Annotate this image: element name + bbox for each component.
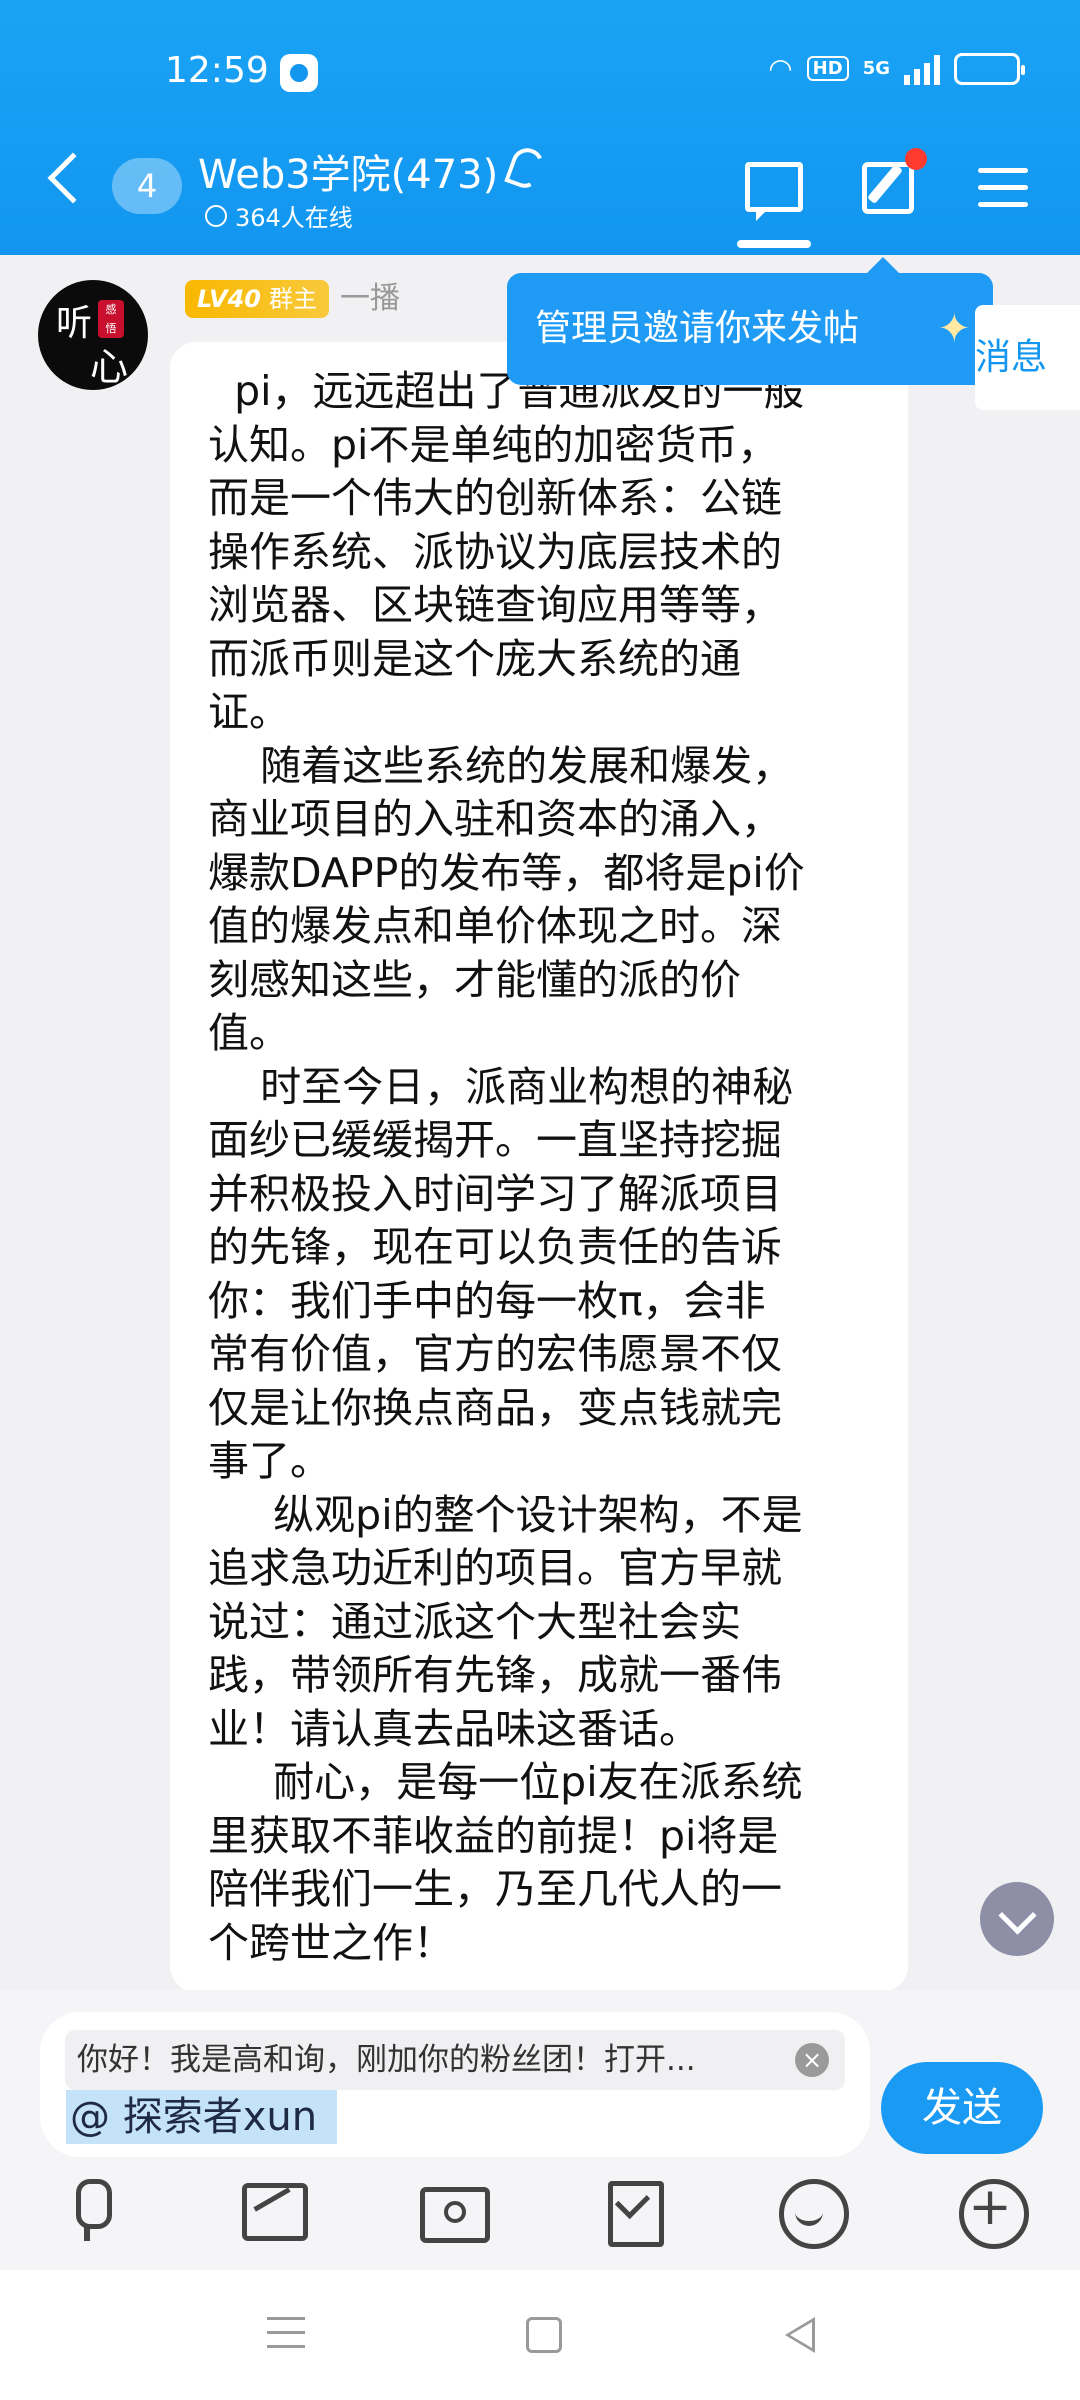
message-line: 认知。pi不是单纯的加密货币，	[208, 420, 779, 469]
avatar-glyph-2: 心	[90, 345, 129, 389]
message-line: 刻感知这些，才能懂的派的价	[208, 955, 741, 1004]
avatar-seal: 感悟	[98, 300, 124, 338]
message-line: 证。	[208, 688, 290, 736]
message-line: 追求急功近利的项目。官方早就	[208, 1544, 782, 1592]
online-count-text: 364人在线	[235, 204, 353, 232]
header-bar: 12:59 ◠ HD 5G 4 Web3学院(473) 364人在线	[0, 0, 1080, 255]
sender-name[interactable]: 一播	[340, 280, 400, 318]
camera-icon[interactable]	[416, 2175, 490, 2245]
active-tab-indicator	[737, 240, 811, 248]
group-title[interactable]: Web3学院(473)	[198, 142, 498, 200]
input-toolbar	[0, 2175, 1080, 2265]
message-text: pi，远远超出了普通派友的一般 认知。pi不是单纯的加密货币， 而是一个伟大的创新体…	[208, 365, 888, 1970]
nav-home-icon[interactable]	[526, 2317, 562, 2353]
message-line: 面纱已缓缓揭开。一直坚持挖掘	[208, 1116, 782, 1164]
back-arrow-icon[interactable]	[47, 152, 99, 204]
message-line: 说过：通过派这个大型社会实	[208, 1597, 741, 1646]
notification-dot	[905, 148, 927, 170]
message-line: 随着这些系统的发展和爆发，	[208, 741, 794, 790]
message-line: 的先锋，现在可以负责任的告诉	[208, 1223, 782, 1271]
level-text: LV40	[197, 285, 261, 313]
status-time: 12:59	[165, 50, 269, 91]
message-line: 个跨世之作！	[208, 1918, 454, 1967]
message-line: 值的爆发点和单价体现之时。深	[208, 902, 782, 950]
message-line: 操作系统、派协议为底层技术的	[208, 527, 782, 576]
quote-close-icon[interactable]: ×	[795, 2043, 829, 2077]
emoji-icon[interactable]	[775, 2175, 849, 2249]
message-line: 浏览器、区块链查询应用等等，	[208, 581, 782, 629]
gift-icon[interactable]	[596, 2175, 666, 2247]
online-count: 364人在线	[205, 198, 353, 233]
message-line: 而派币则是这个庞大系统的通	[208, 634, 741, 683]
nav-menu-icon[interactable]	[267, 2317, 305, 2351]
network-badge: 5G	[862, 58, 890, 79]
quote-chip: 你好！我是高和询，刚加你的粉丝团！打开...	[65, 2030, 845, 2090]
message-line: 时至今日，派商业构想的神秘	[208, 1062, 794, 1111]
signal-icon	[904, 53, 940, 85]
sparkle-icon: ✦	[937, 306, 971, 352]
menu-icon[interactable]	[978, 168, 1028, 208]
unread-count-badge[interactable]: 4	[112, 158, 182, 214]
mic-icon[interactable]	[54, 2175, 124, 2245]
avatar-glyph: 听	[56, 303, 93, 344]
mention-text[interactable]: @ 探索者xun	[66, 2090, 338, 2144]
level-badge: LV40 群主	[185, 280, 329, 318]
message-line: 并积极投入时间学习了解派项目	[208, 1169, 782, 1218]
message-line: 你：我们手中的每一枚π，会非	[208, 1276, 766, 1325]
message-line: 耐心，是每一位pi友在派系统	[208, 1758, 803, 1806]
message-line: 陪伴我们一生，乃至几代人的一	[208, 1865, 782, 1913]
ear-mode-icon[interactable]	[504, 143, 548, 193]
sender-avatar[interactable]: 听 感悟 心	[38, 280, 148, 390]
battery-icon	[954, 52, 1025, 85]
admin-invite-toast[interactable]: 管理员邀请你来发帖 ✦	[507, 257, 993, 385]
message-line: 践，带领所有先锋，成就一番伟	[208, 1651, 782, 1699]
role-text: 群主	[268, 285, 317, 313]
online-icon	[205, 204, 227, 227]
message-line: 仅是让你换点商品，变点钱就完	[208, 1383, 782, 1432]
image-icon[interactable]	[236, 2175, 308, 2245]
chat-tab-icon[interactable]	[745, 162, 803, 221]
message-line: 里获取不菲收益的前提！pi将是	[208, 1811, 779, 1860]
nav-back-icon[interactable]	[785, 2317, 815, 2353]
baidu-paw-icon	[280, 54, 318, 92]
message-line: 业！请认真去品味这番话。	[208, 1704, 700, 1753]
hd-badge: HD	[806, 56, 849, 81]
wifi-icon: ◠	[768, 52, 793, 85]
message-line: 值。	[208, 1009, 290, 1057]
message-line: 爆款DAPP的发布等，都将是pi价	[208, 848, 805, 897]
toast-text: 管理员邀请你来发帖	[535, 308, 860, 349]
message-line: 而是一个伟大的创新体系：公链	[208, 474, 782, 522]
status-indicators: ◠ HD 5G	[768, 52, 1025, 85]
send-button[interactable]: 发送	[881, 2062, 1043, 2154]
message-line: 事了。	[208, 1437, 331, 1485]
scroll-down-button[interactable]	[980, 1882, 1054, 1956]
plus-icon[interactable]	[955, 2175, 1029, 2249]
message-line: 商业项目的入驻和资本的涌入，	[208, 795, 782, 843]
side-message-link[interactable]: 消息	[975, 305, 1080, 410]
message-line: 纵观pi的整个设计架构，不是	[208, 1490, 803, 1539]
message-line: 常有价值，官方的宏伟愿景不仅	[208, 1330, 782, 1378]
